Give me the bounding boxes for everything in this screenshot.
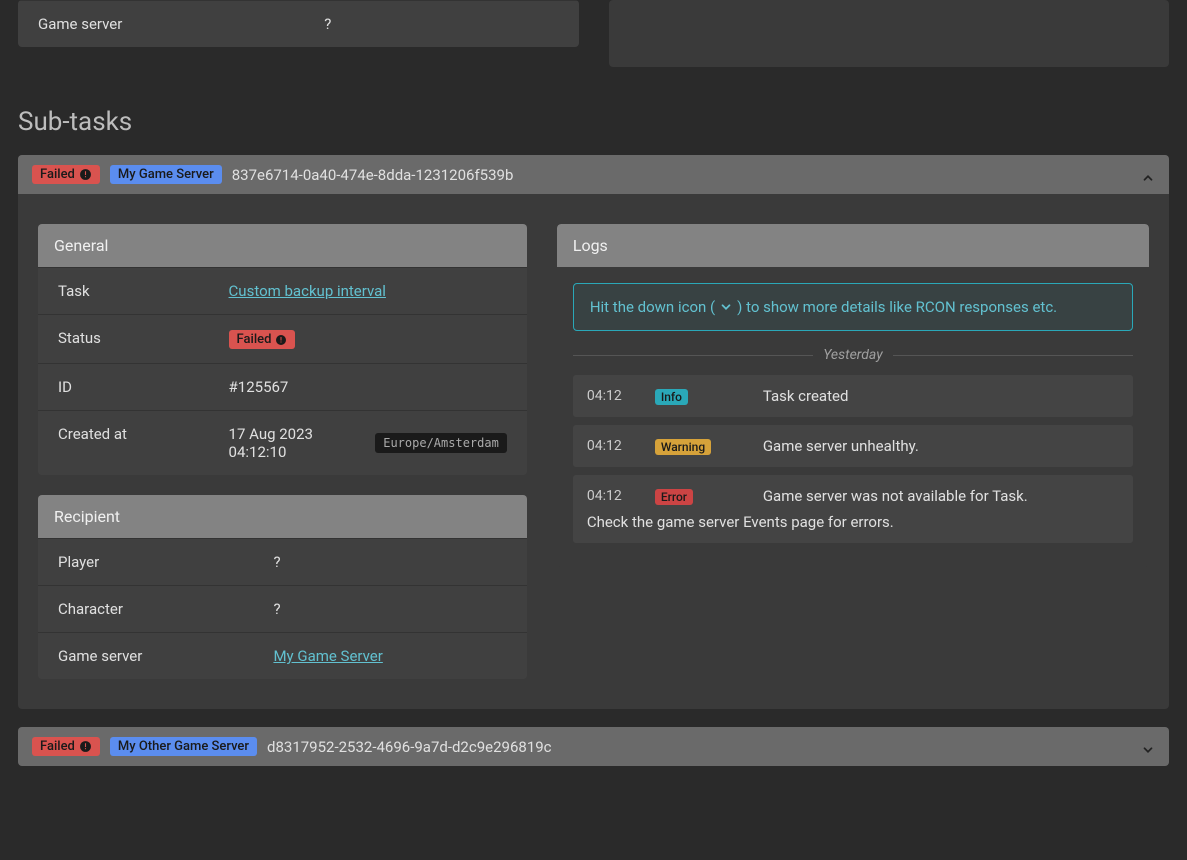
- table-row: Player ?: [38, 538, 527, 585]
- hint-pre: Hit the down icon (: [590, 298, 715, 316]
- table-row: Created at 17 Aug 2023 04:12:10 Europe/A…: [38, 410, 527, 475]
- created-value: 17 Aug 2023 04:12:10: [229, 425, 366, 461]
- log-entry[interactable]: 04:12 Info Task created: [573, 375, 1133, 417]
- log-time: 04:12: [587, 438, 637, 454]
- logs-panel: Logs Hit the down icon ( ) to show more d…: [557, 224, 1149, 567]
- alert-icon: [79, 168, 92, 181]
- task-label: Task: [58, 282, 229, 300]
- log-level-badge: Warning: [655, 439, 711, 455]
- general-panel: General Task Custom backup interval Stat…: [38, 224, 527, 475]
- table-row: Game server My Game Server: [38, 632, 527, 679]
- id-value: #125567: [229, 378, 507, 396]
- badge-text: Failed: [40, 167, 75, 182]
- log-message: Task created: [763, 387, 1119, 405]
- id-label: ID: [58, 378, 229, 396]
- badge-text: Failed: [40, 739, 75, 754]
- log-level-badge: Error: [655, 489, 693, 505]
- subtask-uuid: d8317952-2532-4696-9a7d-d2c9e296819c: [267, 738, 552, 756]
- log-time: 04:12: [587, 388, 637, 404]
- subtask-header[interactable]: Failed My Game Server 837e6714-0a40-474e…: [18, 155, 1169, 194]
- character-label: Character: [58, 600, 273, 618]
- subtask-body: General Task Custom backup interval Stat…: [18, 194, 1169, 709]
- subtask-header[interactable]: Failed My Other Game Server d8317952-253…: [18, 727, 1169, 766]
- log-time: 04:12: [587, 488, 637, 504]
- table-row: Status Failed: [38, 314, 527, 363]
- hint-post: ) to show more details like RCON respons…: [737, 298, 1057, 316]
- table-row: ID #125567: [38, 363, 527, 410]
- table-row: Character ?: [38, 585, 527, 632]
- log-message: Game server unhealthy.: [763, 437, 1119, 455]
- log-entry[interactable]: 04:12 Warning Game server unhealthy.: [573, 425, 1133, 467]
- chevron-up-icon[interactable]: [1141, 168, 1155, 182]
- character-value: ?: [273, 600, 506, 618]
- partial-table-top: Game server ?: [18, 0, 579, 47]
- game-server-label: Game server: [38, 15, 324, 33]
- player-label: Player: [58, 553, 273, 571]
- game-server-value: ?: [324, 15, 558, 33]
- table-row-game-server: Game server ?: [18, 0, 579, 47]
- gs-label: Game server: [58, 647, 273, 665]
- recipient-heading: Recipient: [38, 495, 527, 538]
- status-badge-failed: Failed: [32, 165, 100, 184]
- recipient-panel: Recipient Player ? Character ? Game serv…: [38, 495, 527, 679]
- game-server-link[interactable]: My Game Server: [273, 647, 382, 665]
- logs-placeholder-top: [609, 0, 1170, 67]
- general-heading: General: [38, 224, 527, 267]
- log-extra: Check the game server Events page for er…: [587, 513, 1119, 531]
- timezone-badge: Europe/Amsterdam: [375, 433, 507, 453]
- log-entry[interactable]: 04:12 Error Game server was not availabl…: [573, 475, 1133, 543]
- badge-text: Failed: [237, 332, 272, 347]
- log-level-badge: Info: [655, 389, 688, 405]
- table-row: Task Custom backup interval: [38, 267, 527, 314]
- status-label: Status: [58, 329, 229, 349]
- status-badge-failed: Failed: [32, 737, 100, 756]
- subtask-uuid: 837e6714-0a40-474e-8dda-1231206f539b: [232, 166, 514, 184]
- subtask-card: Failed My Other Game Server d8317952-253…: [18, 727, 1169, 766]
- alert-icon: [79, 740, 92, 753]
- logs-divider: Yesterday: [573, 347, 1133, 363]
- chevron-down-icon[interactable]: [1141, 740, 1155, 754]
- subtask-card: Failed My Game Server 837e6714-0a40-474e…: [18, 155, 1169, 709]
- server-badge: My Other Game Server: [110, 737, 257, 756]
- logs-hint: Hit the down icon ( ) to show more detail…: [573, 283, 1133, 331]
- status-badge-failed: Failed: [229, 330, 296, 349]
- logs-heading: Logs: [557, 224, 1149, 267]
- alert-icon: [275, 334, 287, 346]
- created-label: Created at: [58, 425, 229, 461]
- divider-text: Yesterday: [823, 347, 882, 363]
- log-message: Game server was not available for Task.: [763, 487, 1119, 505]
- server-badge: My Game Server: [110, 165, 222, 184]
- chevron-down-icon: [719, 300, 733, 314]
- player-value: ?: [273, 553, 506, 571]
- task-link[interactable]: Custom backup interval: [229, 282, 386, 300]
- section-title: Sub-tasks: [18, 107, 1169, 137]
